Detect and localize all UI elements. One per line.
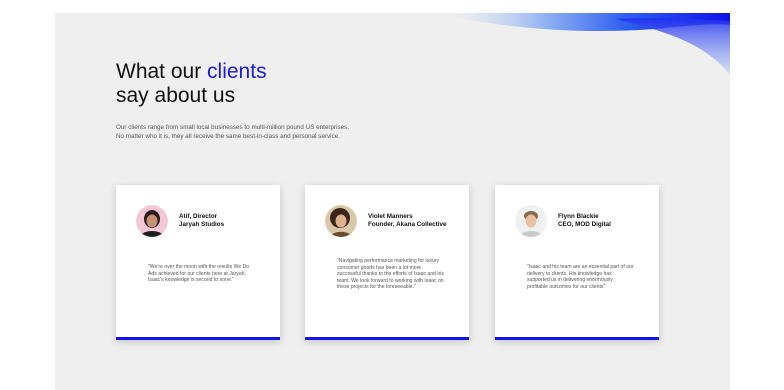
- description-line-1: Our clients range from small local busin…: [116, 124, 350, 131]
- title-line-2: say about us: [116, 84, 236, 107]
- testimonial-author: Flynn Blackie CEO, MOD Digital: [558, 213, 611, 228]
- testimonial-author: Violet Manners Founder, Akana Collective: [368, 213, 447, 228]
- testimonial-card: Atif, Director Jaryah Studios "We're ove…: [116, 185, 280, 340]
- testimonial-quote: "We're over the moon with the results We…: [148, 264, 250, 284]
- avatar: [136, 205, 168, 237]
- testimonial-author: Atif, Director Jaryah Studios: [179, 213, 224, 228]
- author-company: Founder, Akana Collective: [368, 220, 447, 228]
- section-title: What our clients say about us: [116, 60, 267, 108]
- card-accent-bar: [305, 337, 469, 340]
- card-accent-bar: [116, 337, 280, 340]
- author-company: CEO, MOD Digital: [558, 220, 611, 228]
- avatar: [325, 205, 357, 237]
- testimonial-quote: "Isaac and his team are an essential par…: [527, 264, 634, 290]
- author-company: Jaryah Studios: [179, 220, 225, 228]
- description-line-2: No matter who it is, they all receive th…: [116, 132, 340, 140]
- avatar: [515, 205, 547, 237]
- testimonial-card: Flynn Blackie CEO, MOD Digital "Isaac an…: [495, 185, 659, 340]
- title-prefix: What our: [116, 60, 208, 83]
- testimonial-card: Violet Manners Founder, Akana Collective…: [305, 185, 469, 340]
- testimonials-section: What our clients say about us Our client…: [55, 13, 730, 390]
- testimonial-quote: "Navigating performance marketing for lu…: [337, 258, 444, 291]
- author-name: Violet Manners: [368, 213, 413, 220]
- card-accent-bar: [495, 337, 659, 340]
- title-accent-word: clients: [207, 60, 267, 83]
- author-name: Atif, Director: [179, 213, 218, 220]
- section-description: Our clients range from small local busin…: [116, 124, 436, 141]
- author-name: Flynn Blackie: [558, 213, 599, 220]
